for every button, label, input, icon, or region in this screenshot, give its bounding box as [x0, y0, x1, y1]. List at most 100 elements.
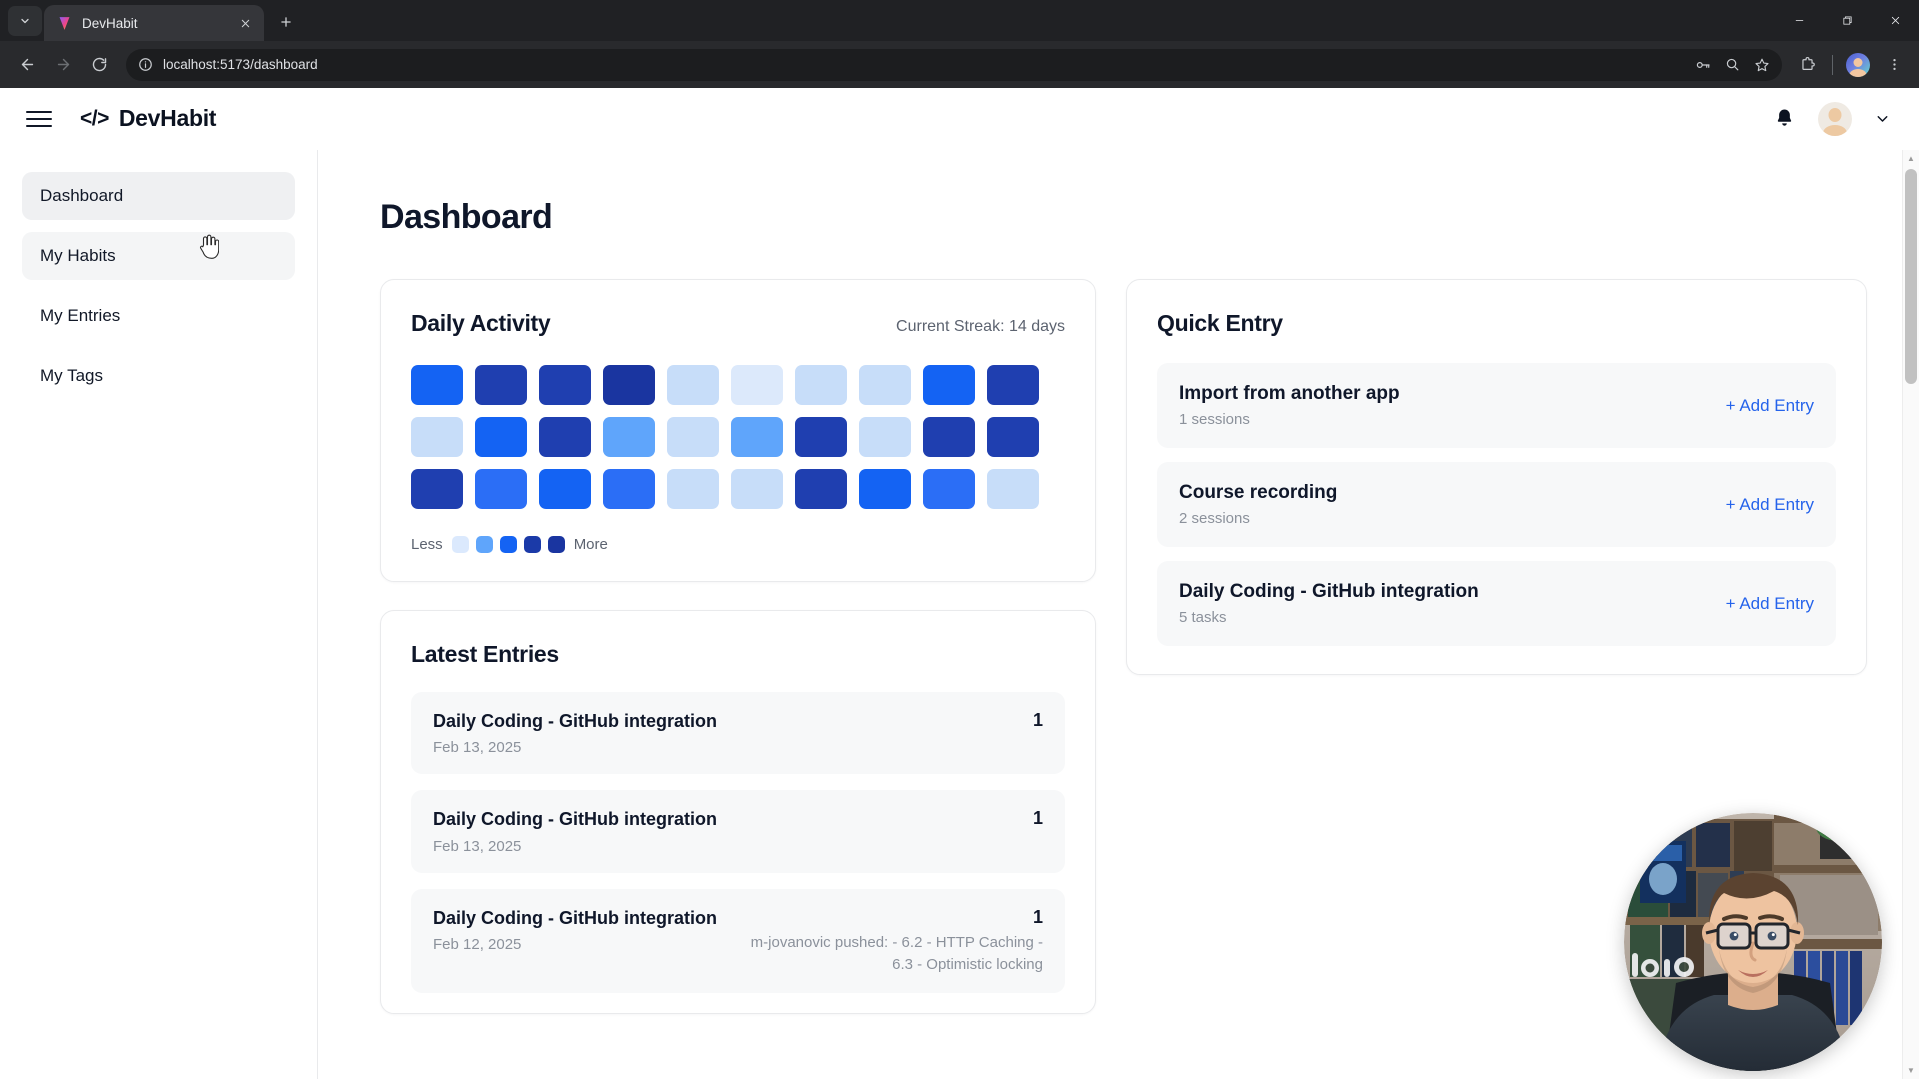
latest-entry-count: 1 [1033, 808, 1043, 829]
add-entry-button[interactable]: + Add Entry [1726, 396, 1814, 416]
quick-entry-subtitle: 2 sessions [1179, 510, 1337, 527]
quick-entry-main: Course recording2 sessions [1179, 482, 1337, 527]
activity-heatmap [411, 365, 1065, 509]
bookmark-star-icon[interactable] [1754, 57, 1770, 73]
window-close-icon[interactable] [1871, 0, 1919, 41]
latest-entry-main: Daily Coding - GitHub integration Feb 13,… [433, 808, 717, 854]
reload-icon[interactable] [82, 48, 116, 82]
heatmap-cell[interactable] [923, 417, 975, 457]
heatmap-cell[interactable] [667, 365, 719, 405]
scrollbar-thumb[interactable] [1905, 169, 1917, 384]
sidebar-item-dashboard[interactable]: Dashboard [22, 172, 295, 220]
forward-arrow-right-icon[interactable] [46, 48, 80, 82]
heatmap-cell[interactable] [475, 365, 527, 405]
page-scrollbar[interactable]: ▲ ▼ [1902, 150, 1919, 1079]
quick-entry-name: Import from another app [1179, 383, 1400, 405]
heatmap-cell[interactable] [923, 469, 975, 509]
heatmap-cell[interactable] [731, 469, 783, 509]
heatmap-cell[interactable] [411, 469, 463, 509]
daily-activity-header: Daily Activity Current Streak: 14 days [411, 310, 1065, 337]
heatmap-cell[interactable] [987, 469, 1039, 509]
extensions-puzzle-icon[interactable] [1792, 50, 1822, 80]
heatmap-cell[interactable] [539, 365, 591, 405]
heatmap-cell[interactable] [603, 417, 655, 457]
zoom-search-icon[interactable] [1725, 57, 1740, 72]
quick-entry-row: Import from another app1 sessions+ Add E… [1157, 363, 1836, 448]
add-entry-button[interactable]: + Add Entry [1726, 594, 1814, 614]
latest-entry-row[interactable]: Daily Coding - GitHub integration Feb 13,… [411, 790, 1065, 872]
heatmap-cell[interactable] [411, 365, 463, 405]
tab-close-icon[interactable] [234, 12, 256, 34]
window-minimize-icon[interactable] [1775, 0, 1823, 41]
heatmap-cell[interactable] [859, 365, 911, 405]
quick-entry-name: Daily Coding - GitHub integration [1179, 581, 1479, 603]
heatmap-cell[interactable] [475, 417, 527, 457]
sidebar-item-my-entries[interactable]: My Entries [22, 292, 295, 340]
back-arrow-left-icon[interactable] [10, 48, 44, 82]
notifications-bell-icon[interactable] [1773, 107, 1796, 130]
heatmap-cell[interactable] [987, 417, 1039, 457]
scrollbar-caret-down-icon[interactable]: ▼ [1903, 1062, 1919, 1079]
daily-activity-title: Daily Activity [411, 310, 550, 337]
latest-entry-date: Feb 13, 2025 [433, 838, 717, 855]
latest-entry-row[interactable]: Daily Coding - GitHub integrationFeb 12,… [411, 889, 1065, 994]
heatmap-cell[interactable] [603, 469, 655, 509]
legend-swatch [524, 536, 541, 553]
app-brand[interactable]: </> DevHabit [80, 105, 216, 132]
heatmap-cell[interactable] [731, 365, 783, 405]
heatmap-cell[interactable] [603, 365, 655, 405]
latest-entry-name: Daily Coding - GitHub integration [433, 710, 717, 733]
latest-entry-main: Daily Coding - GitHub integrationFeb 12,… [433, 907, 717, 953]
heatmap-cell[interactable] [923, 365, 975, 405]
latest-entry-right: 1 [1033, 808, 1043, 829]
legend-less-label: Less [411, 536, 443, 553]
heatmap-row [411, 365, 1065, 405]
heatmap-cell[interactable] [411, 417, 463, 457]
heatmap-cell[interactable] [859, 469, 911, 509]
browser-menu-three-dots-icon[interactable] [1879, 50, 1909, 80]
address-bar[interactable]: localhost:5173/dashboard [126, 49, 1782, 81]
latest-entry-date: Feb 13, 2025 [433, 739, 717, 756]
latest-entry-right: 1 [1033, 710, 1043, 731]
scrollbar-caret-up-icon[interactable]: ▲ [1903, 150, 1919, 167]
page-viewport: </> DevHabit [0, 88, 1919, 1079]
password-key-icon[interactable] [1695, 57, 1711, 73]
account-chevron-down-icon[interactable] [1874, 110, 1891, 127]
latest-entry-name: Daily Coding - GitHub integration [433, 808, 717, 831]
heatmap-cell[interactable] [731, 417, 783, 457]
heatmap-cell[interactable] [539, 469, 591, 509]
latest-entry-count: 1 [1033, 907, 1043, 928]
heatmap-cell[interactable] [987, 365, 1039, 405]
hamburger-menu-icon[interactable] [22, 102, 56, 136]
heatmap-cell[interactable] [859, 417, 911, 457]
latest-entry-date: Feb 12, 2025 [433, 936, 717, 953]
user-avatar-icon[interactable] [1818, 102, 1852, 136]
tab-search-chevron-down-icon[interactable] [8, 6, 42, 36]
heatmap-cell[interactable] [795, 365, 847, 405]
sidebar-item-label: Dashboard [40, 186, 123, 206]
latest-entry-row[interactable]: Daily Coding - GitHub integration Feb 13,… [411, 692, 1065, 774]
site-info-circle-icon[interactable] [138, 57, 153, 72]
legend-swatch [452, 536, 469, 553]
latest-entry-main: Daily Coding - GitHub integration Feb 13,… [433, 710, 717, 756]
window-maximize-icon[interactable] [1823, 0, 1871, 41]
webcam-circle-overlay [1624, 813, 1882, 1071]
heatmap-cell[interactable] [475, 469, 527, 509]
heatmap-row [411, 469, 1065, 509]
heatmap-cell[interactable] [795, 417, 847, 457]
new-tab-plus-icon[interactable] [270, 6, 302, 38]
sidebar-item-my-tags[interactable]: My Tags [22, 352, 295, 400]
heatmap-cell[interactable] [539, 417, 591, 457]
sidebar-item-my-habits[interactable]: My Habits [22, 232, 295, 280]
sidebar-item-label: My Entries [40, 306, 120, 326]
add-entry-button[interactable]: + Add Entry [1726, 495, 1814, 515]
latest-entry-right: 1m-jovanovic pushed: - 6.2 - HTTP Cachin… [731, 907, 1043, 976]
heatmap-cell[interactable] [795, 469, 847, 509]
heatmap-cell[interactable] [667, 469, 719, 509]
toolbar-divider [1832, 55, 1833, 75]
heatmap-cell[interactable] [667, 417, 719, 457]
current-streak-label: Current Streak: 14 days [896, 318, 1065, 336]
browser-tab[interactable]: DevHabit [44, 5, 264, 41]
heatmap-row [411, 417, 1065, 457]
browser-profile-avatar-icon[interactable] [1843, 50, 1873, 80]
